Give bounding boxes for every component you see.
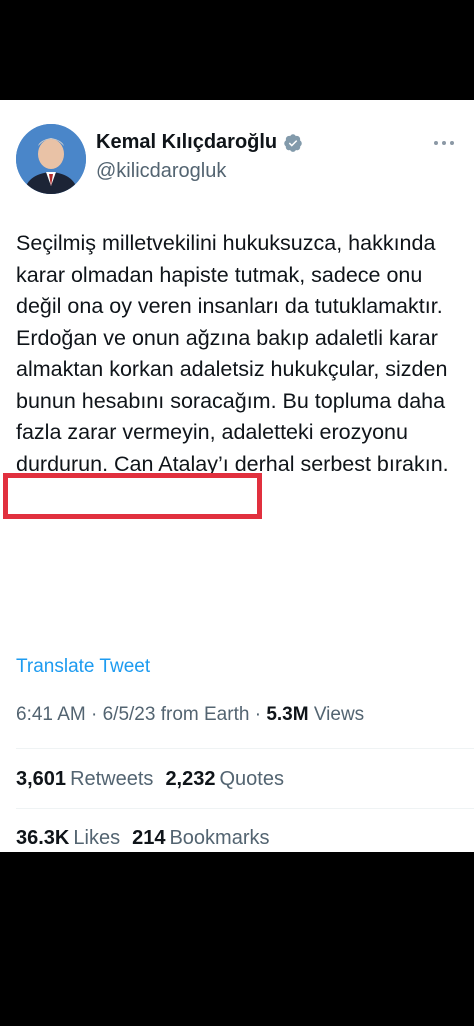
tweet-meta: 6:41 AM · 6/5/23 from Earth · 5.3M Views xyxy=(16,704,364,726)
retweet-quote-stats: 3,601 Retweets 2,232 Quotes xyxy=(16,768,284,791)
tweet-time[interactable]: 6:41 AM xyxy=(16,704,86,725)
bookmarks-count: 214 xyxy=(132,827,166,849)
bookmarks-stat[interactable]: 214 Bookmarks xyxy=(132,827,269,849)
tweet-date[interactable]: 6/5/23 xyxy=(103,704,156,725)
display-name[interactable]: Kemal Kılıçdaroğlu xyxy=(96,131,277,154)
quotes-count: 2,232 xyxy=(165,768,216,790)
tweet-source: from Earth xyxy=(160,704,250,725)
retweets-stat[interactable]: 3,601 Retweets xyxy=(16,768,153,790)
separator: · xyxy=(91,704,103,725)
bookmarks-label: Bookmarks xyxy=(169,827,270,849)
quotes-stat[interactable]: 2,232 Quotes xyxy=(165,768,284,790)
likes-count: 36.3K xyxy=(16,827,70,849)
likes-stat[interactable]: 36.3K Likes xyxy=(16,827,120,849)
quotes-label: Quotes xyxy=(219,768,284,790)
highlight-box xyxy=(3,473,262,519)
avatar[interactable] xyxy=(16,124,86,194)
views-count: 5.3M xyxy=(266,704,309,725)
views-label: Views xyxy=(313,704,365,725)
divider xyxy=(16,808,474,809)
likes-bookmarks-stats: 36.3K Likes 214 Bookmarks xyxy=(16,827,269,850)
tweet-text: Seçilmiş milletvekilini hukuksuzca, hakk… xyxy=(16,231,449,476)
dot xyxy=(450,141,454,145)
retweets-count: 3,601 xyxy=(16,768,67,790)
divider xyxy=(16,748,474,749)
translate-tweet-link[interactable]: Translate Tweet xyxy=(16,656,150,678)
likes-label: Likes xyxy=(73,827,121,849)
dot xyxy=(442,141,446,145)
separator: · xyxy=(254,704,267,725)
display-name-row[interactable]: Kemal Kılıçdaroğlu xyxy=(96,131,303,154)
dot xyxy=(434,141,438,145)
retweets-label: Retweets xyxy=(70,768,154,790)
more-options-icon[interactable] xyxy=(434,138,458,148)
verified-badge-icon xyxy=(283,133,303,153)
user-handle[interactable]: @kilicdarogluk xyxy=(96,160,226,183)
